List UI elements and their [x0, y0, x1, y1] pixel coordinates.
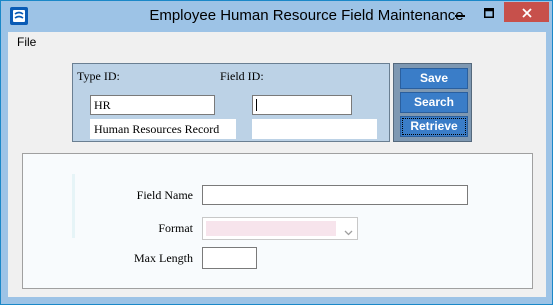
text-caret [256, 99, 257, 111]
search-button[interactable]: Search [400, 92, 468, 113]
panel-accent [72, 174, 75, 238]
title-bar[interactable]: Employee Human Resource Field Maintenanc… [1, 1, 552, 32]
save-button[interactable]: Save [400, 68, 468, 89]
format-value [206, 221, 336, 236]
type-description-field: Human Resources Record [90, 119, 236, 139]
field-name-label: Field Name [136, 188, 193, 202]
minimize-button[interactable] [446, 2, 473, 22]
action-button-panel: Save Search Retrieve [393, 63, 472, 142]
chevron-down-icon[interactable] [343, 223, 354, 242]
maximize-icon [483, 3, 494, 22]
field-description-field [252, 119, 377, 139]
close-button[interactable] [504, 2, 549, 22]
retrieve-button[interactable]: Retrieve [400, 116, 468, 137]
field-id-label: Field ID: [220, 69, 264, 83]
type-id-input[interactable]: HR [90, 95, 215, 115]
field-id-input[interactable] [252, 95, 352, 115]
format-label: Format [158, 221, 193, 235]
client-area: Type ID: Field ID: HR Human Resources Re… [8, 52, 546, 297]
field-detail-panel: Field Name Format Max Length [22, 153, 533, 289]
maximize-button[interactable] [475, 2, 502, 22]
app-window: Employee Human Resource Field Maintenanc… [0, 0, 553, 305]
max-length-label: Max Length [134, 251, 193, 265]
menu-bar: File [8, 32, 546, 52]
minimize-icon [454, 3, 465, 22]
close-icon [521, 3, 532, 22]
max-length-input[interactable] [202, 247, 257, 269]
id-panel: Type ID: Field ID: HR Human Resources Re… [72, 63, 390, 142]
format-select[interactable] [202, 217, 358, 240]
menu-file[interactable]: File [17, 35, 36, 49]
type-id-label: Type ID: [77, 69, 120, 83]
field-name-input[interactable] [202, 185, 468, 205]
